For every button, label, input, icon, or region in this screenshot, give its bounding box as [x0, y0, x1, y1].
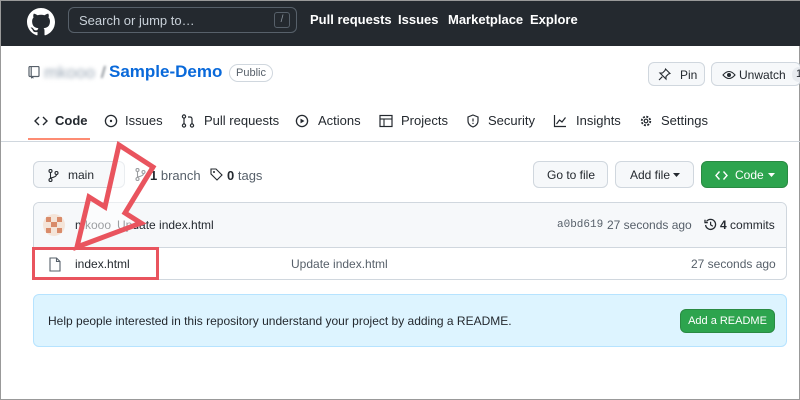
nav-pull-requests[interactable]: Pull requests — [310, 12, 392, 27]
play-icon — [295, 114, 309, 128]
readme-banner: Help people interested in this repositor… — [33, 294, 787, 347]
table-icon — [379, 114, 393, 128]
add-readme-button[interactable]: Add a README — [680, 309, 775, 333]
repo-name-link[interactable]: Sample-Demo — [109, 62, 222, 82]
shield-icon — [467, 114, 479, 128]
add-file-button[interactable]: Add file — [615, 161, 694, 188]
branch-count-label: branch — [160, 168, 201, 183]
commits-link[interactable]: 4 commits — [720, 218, 775, 232]
code-button-label: Code — [735, 168, 764, 182]
tag-count-label: tags — [237, 168, 263, 183]
repo-path-separator: / — [101, 63, 106, 82]
go-to-file-label: Go to file — [547, 168, 596, 182]
commit-hash-link[interactable]: a0bd619 — [557, 219, 603, 231]
git-pull-request-icon — [181, 114, 195, 128]
add-file-label: Add file — [630, 168, 671, 182]
search-placeholder: Search or jump to… — [79, 13, 195, 28]
gear-icon — [640, 115, 652, 127]
commit-time: 27 seconds ago — [607, 218, 692, 232]
github-logo-icon[interactable] — [27, 8, 55, 36]
tab-code[interactable]: Code — [55, 113, 88, 128]
unwatch-label: Unwatch — [739, 68, 786, 82]
tag-count: 0 — [227, 168, 235, 183]
readme-banner-text: Help people interested in this repositor… — [48, 314, 512, 328]
caret-down-icon — [673, 173, 680, 177]
nav-issues[interactable]: Issues — [398, 12, 438, 27]
visibility-badge: Public — [229, 64, 273, 82]
tab-projects[interactable]: Projects — [401, 113, 448, 128]
go-to-file-button[interactable]: Go to file — [533, 161, 608, 188]
nav-marketplace[interactable]: Marketplace — [448, 12, 523, 27]
graph-icon — [553, 115, 566, 128]
unwatch-button[interactable]: Unwatch 1 — [711, 62, 800, 86]
code-icon — [715, 171, 728, 180]
tab-insights[interactable]: Insights — [576, 113, 621, 128]
history-icon — [704, 218, 717, 231]
issue-opened-icon — [104, 114, 118, 128]
git-branch-icon — [48, 169, 59, 182]
file-commit-message-link[interactable]: Update index.html — [291, 257, 388, 271]
pin-button[interactable]: Pin — [648, 62, 705, 86]
caret-down-icon — [768, 173, 775, 177]
commit-count: 4 — [720, 218, 727, 232]
nav-explore[interactable]: Explore — [530, 12, 578, 27]
tab-pull-requests[interactable]: Pull requests — [204, 113, 279, 128]
commit-count-label: commits — [730, 218, 775, 232]
repo-owner-link[interactable]: mkooo — [44, 63, 95, 83]
repo-icon — [28, 66, 40, 79]
tab-security[interactable]: Security — [488, 113, 535, 128]
global-header: Search or jump to… / Pull requests Issue… — [1, 1, 800, 46]
tab-issues[interactable]: Issues — [125, 113, 163, 128]
tab-settings[interactable]: Settings — [661, 113, 708, 128]
tab-actions[interactable]: Actions — [318, 113, 361, 128]
search-shortcut-key: / — [274, 12, 290, 28]
annotation-arrow-icon — [73, 140, 157, 251]
tag-icon — [210, 168, 223, 181]
pin-label: Pin — [680, 68, 698, 82]
eye-icon — [722, 70, 736, 80]
code-dropdown-button[interactable]: Code — [701, 161, 788, 188]
code-icon — [34, 116, 48, 126]
file-commit-time: 27 seconds ago — [691, 257, 776, 271]
pin-icon — [658, 68, 671, 81]
watch-count: 1 — [792, 67, 800, 82]
tags-link[interactable]: 0 tags — [227, 168, 262, 183]
search-input[interactable]: Search or jump to… / — [68, 7, 297, 33]
